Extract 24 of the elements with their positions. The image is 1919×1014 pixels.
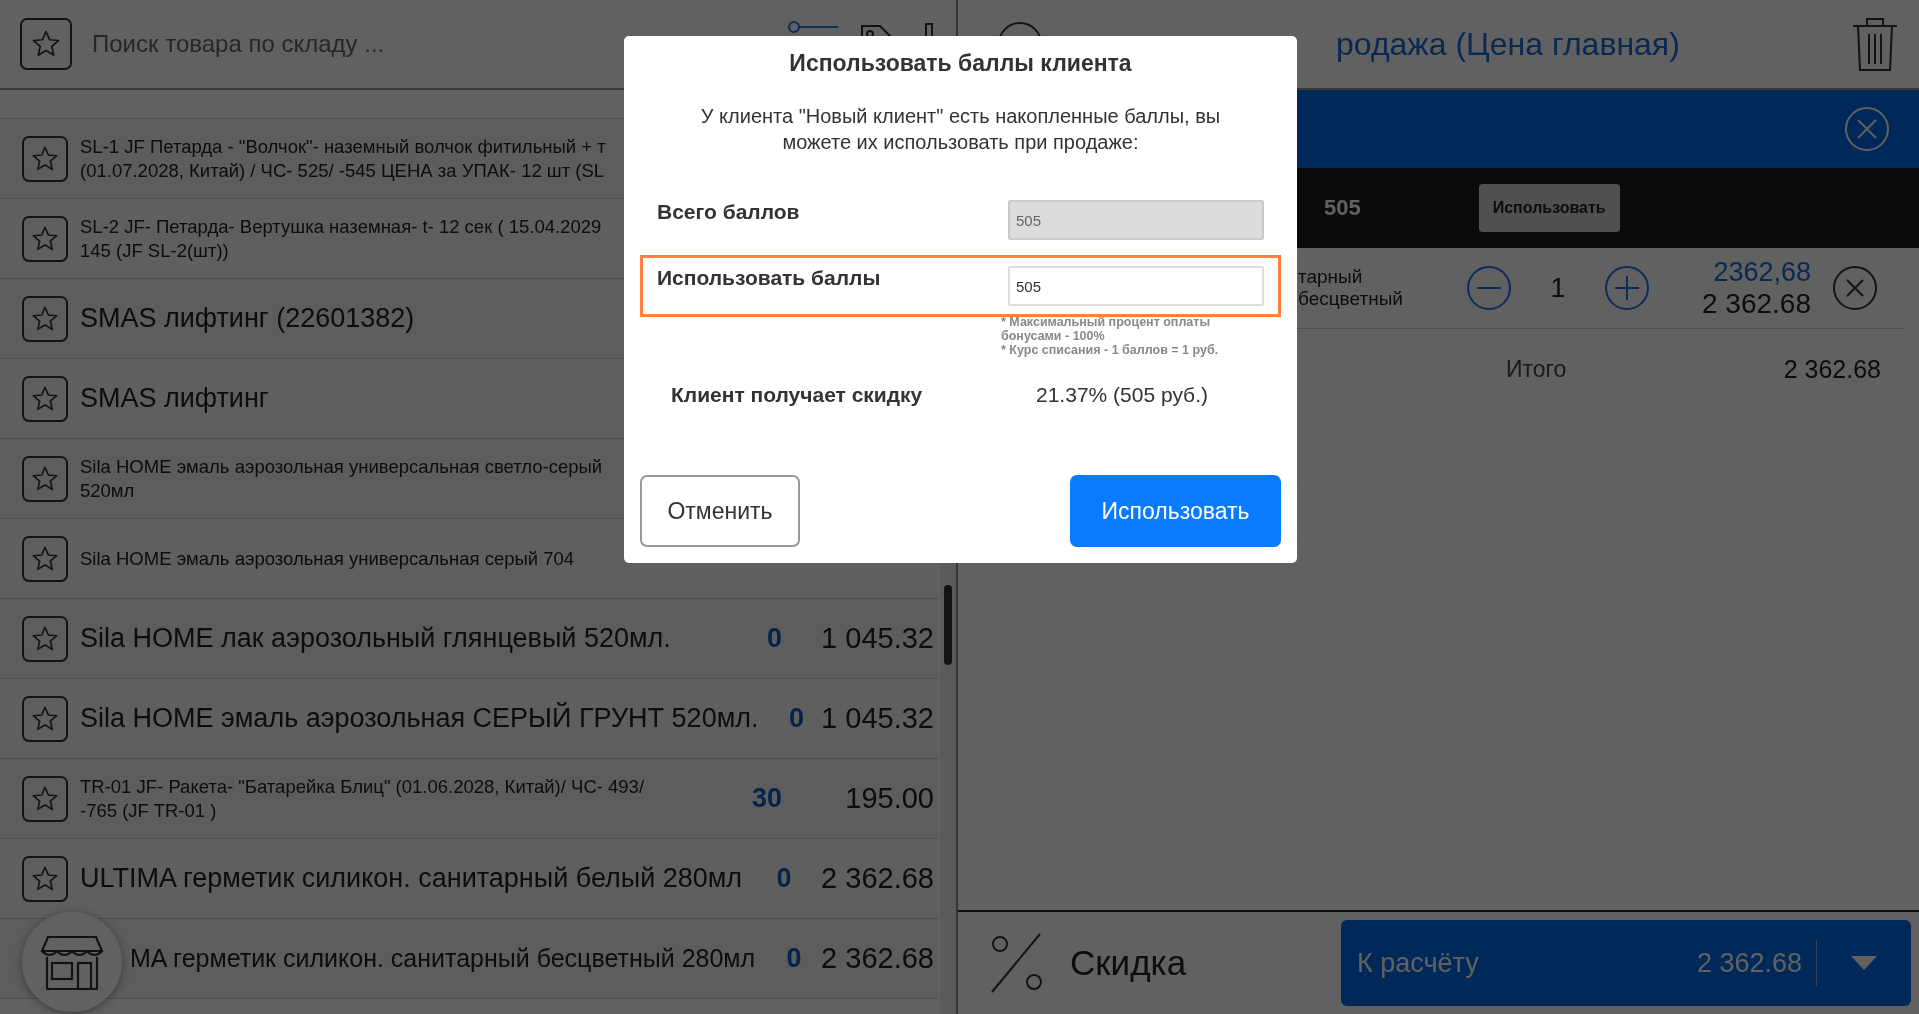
total-label: Итого [1506, 356, 1568, 383]
stock-quantity: 30 [751, 783, 782, 813]
product-price: 1 045.32 [821, 702, 934, 734]
product-price: 2 362.68 [821, 862, 934, 894]
field-label: Всего баллов [657, 200, 801, 224]
discount-value: 21.37% (505 руб.) [1035, 383, 1209, 407]
field-note: * Курс списания - 1 баллов = 1 руб. [1001, 343, 1220, 357]
product-price: 195.00 [845, 782, 934, 814]
field-note: * Максимальный процент оплаты бонусами - 100% [1001, 315, 1212, 343]
cart-item-name: тарный бесцветный [1298, 265, 1404, 310]
product-price: 1 045.32 [821, 622, 934, 654]
dialog-message: У клиента "Новый клиент" есть накопленные баллы, вы можете их использовать при продаже: [699, 104, 1222, 155]
stock-quantity: 0 [789, 703, 805, 733]
stock-quantity: 0 [776, 863, 792, 893]
stock-quantity: 0 [766, 623, 782, 653]
bonus-points: 505 [1324, 195, 1361, 221]
product-price: 2 362.68 [821, 942, 934, 974]
dialog-title: Использовать баллы клиента [788, 50, 1133, 77]
item-quantity: 1 [1549, 272, 1567, 304]
item-total: 2 362.68 [1702, 287, 1811, 320]
stock-quantity: 0 [786, 943, 802, 973]
discount-label: Клиент получает скидку [671, 383, 924, 407]
field-label: Использовать баллы [657, 266, 882, 290]
total-value: 2 362.68 [1783, 355, 1881, 384]
